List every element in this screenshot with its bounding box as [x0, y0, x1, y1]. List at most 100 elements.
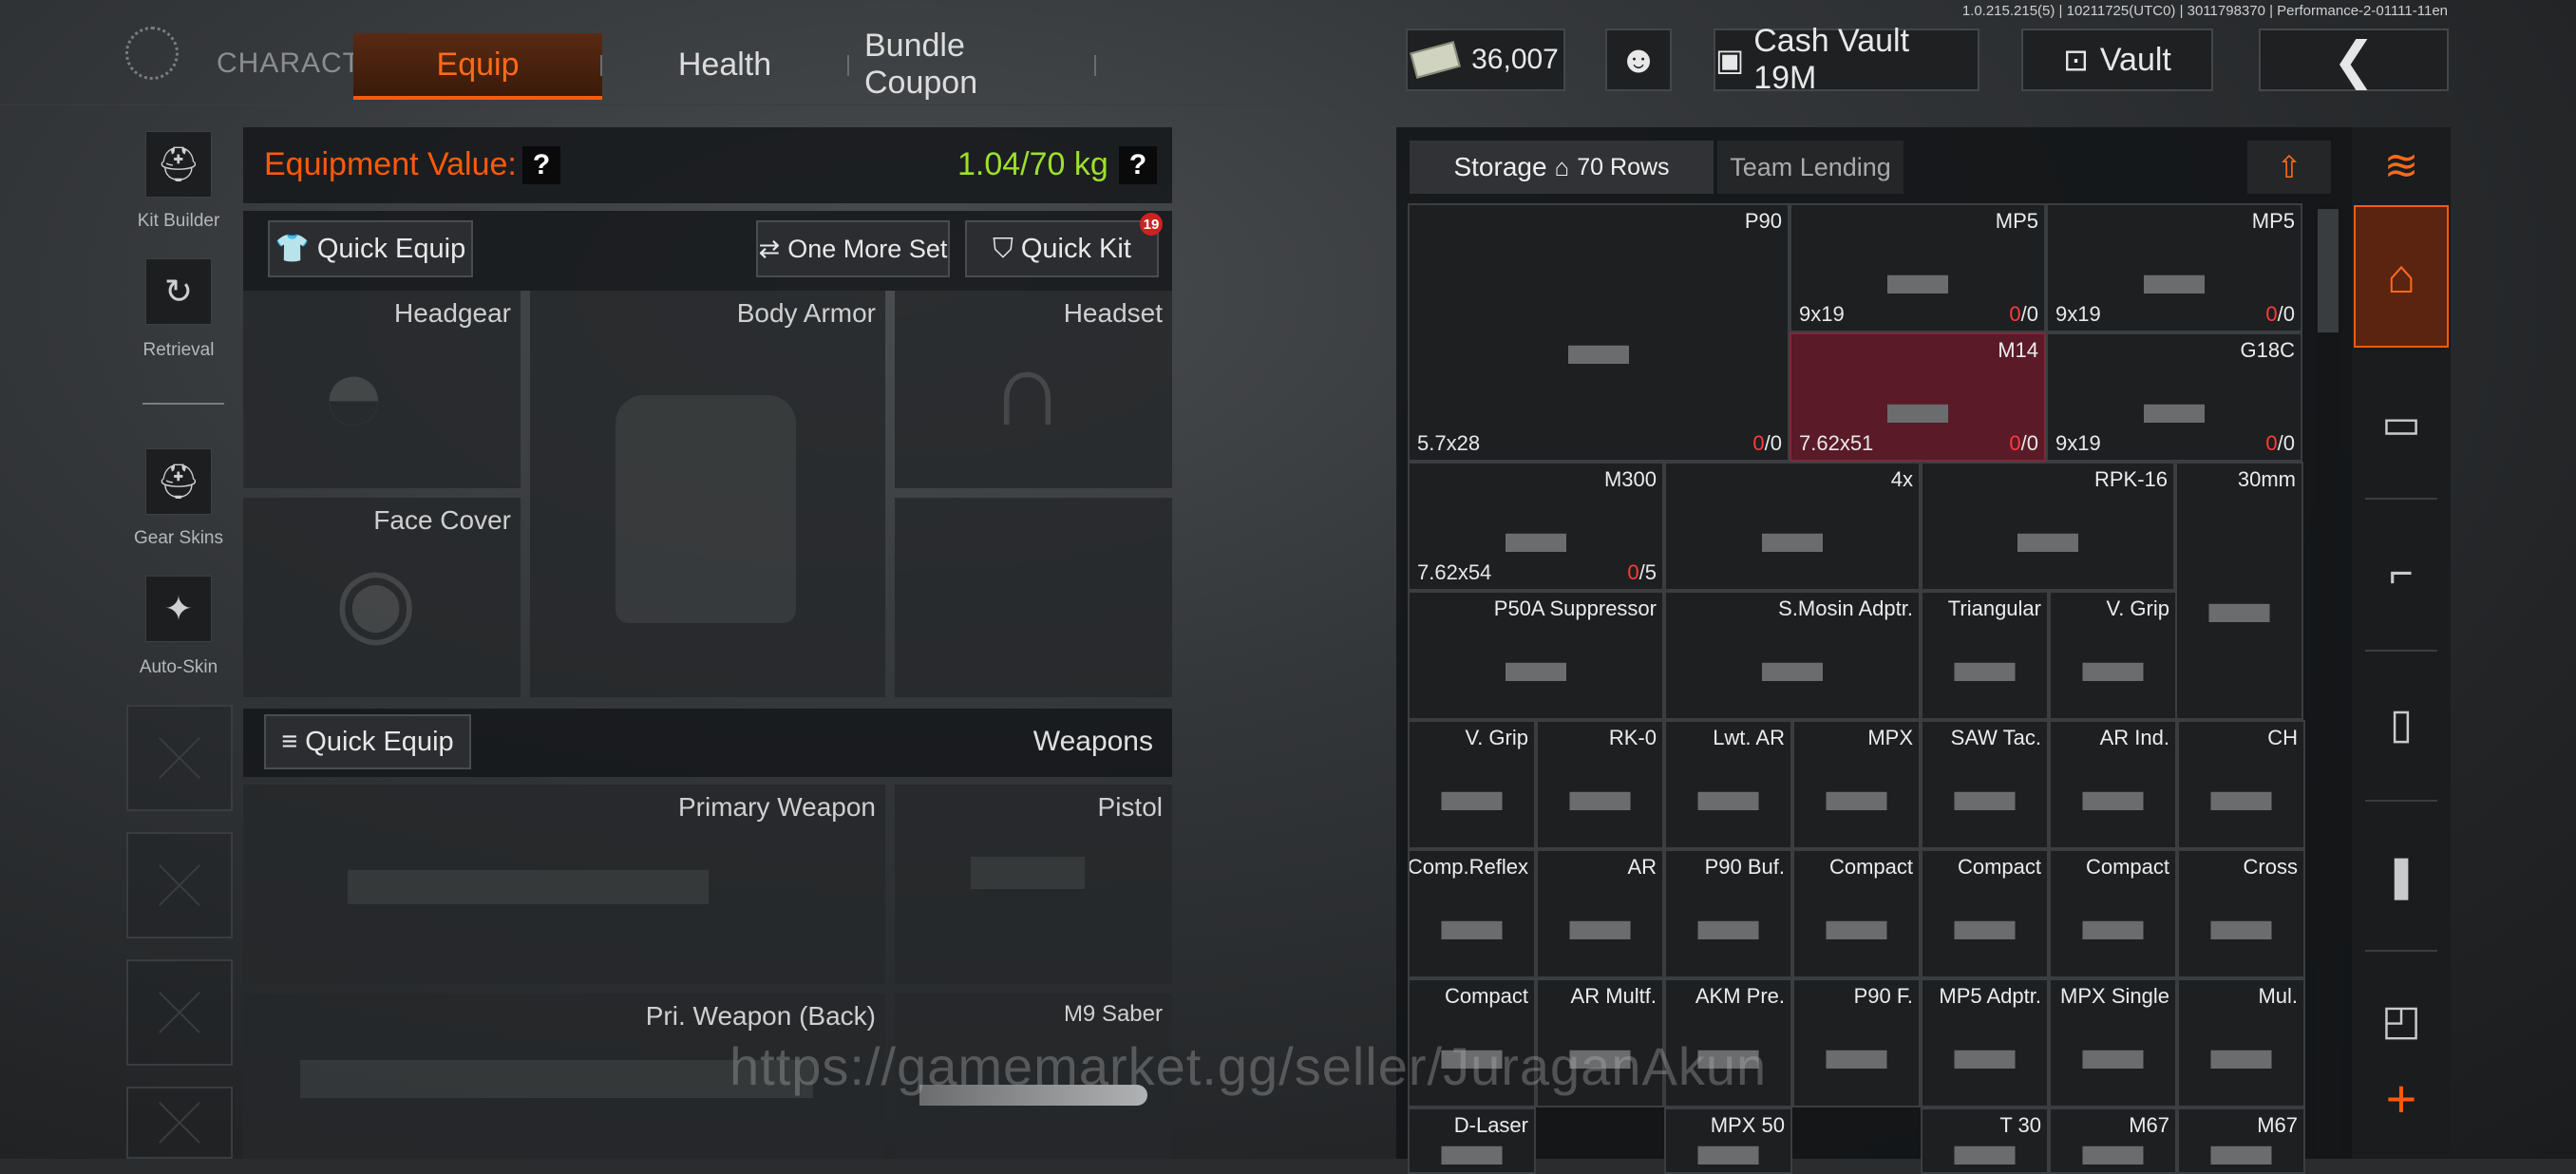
- storage-item[interactable]: ▬ 4x: [1664, 462, 1921, 591]
- storage-scrollbar[interactable]: [2314, 203, 2342, 1159]
- pistol-slot[interactable]: Pistol: [895, 785, 1172, 984]
- item-icon: ▬: [2017, 497, 2078, 566]
- auto-skin-button[interactable]: ✦: [145, 576, 212, 642]
- weight-help-icon[interactable]: ?: [1119, 146, 1157, 184]
- storage-item[interactable]: ▬ MP5 9x19 0/0: [1790, 203, 2046, 332]
- face-cover-slot[interactable]: Face Cover ◉: [243, 498, 521, 697]
- storage-item[interactable]: ▬ Compact: [1792, 849, 1921, 978]
- operator-button[interactable]: ☻: [1605, 28, 1672, 91]
- quick-kit-badge: 19: [1140, 213, 1163, 236]
- item-icon: ▬: [1697, 884, 1759, 954]
- storage-item-name: Compact: [1444, 984, 1528, 1008]
- storage-item[interactable]: ▬ Cross: [2177, 849, 2305, 978]
- back-button[interactable]: ❮: [2259, 28, 2449, 91]
- quick-kit-button[interactable]: ⛉ Quick Kit: [965, 220, 1159, 277]
- quick-equip-gear-button[interactable]: 👕 Quick Equip: [268, 220, 473, 277]
- category-home-button[interactable]: ⌂: [2354, 205, 2449, 348]
- cash-vault-button[interactable]: ▣ Cash Vault 19M: [1714, 23, 1979, 96]
- storage-item[interactable]: ▬ Compact: [1921, 849, 2049, 978]
- storage-item[interactable]: ▬ MP5 Adptr.: [1921, 978, 2049, 1108]
- scrollbar-thumb[interactable]: [2318, 209, 2339, 332]
- category-weapons-button[interactable]: ⌐: [2354, 526, 2449, 621]
- tab-bundle-coupon-label: Bundle Coupon: [864, 28, 978, 101]
- rail-divider: [2365, 800, 2437, 802]
- cash-vault-icon: ▣: [1715, 43, 1745, 77]
- category-armor-button[interactable]: ▭: [2354, 376, 2449, 471]
- storage-item-name: AKM Pre.: [1695, 984, 1785, 1008]
- storage-item-name: Cross: [2243, 855, 2298, 879]
- tab-equip[interactable]: Equip: [353, 33, 602, 100]
- headgear-slot[interactable]: Headgear ◓: [243, 291, 521, 488]
- storage-item[interactable]: ▬ V. Grip: [2049, 591, 2177, 720]
- storage-item-name: Compact: [2085, 855, 2169, 879]
- team-lending-tab[interactable]: Team Lending: [1717, 141, 1904, 194]
- storage-item[interactable]: ▬ Mul.: [2177, 978, 2305, 1108]
- item-icon: ▬: [1569, 755, 1631, 824]
- helmet-icon: ◓: [319, 331, 388, 458]
- cash-vault-label: Cash Vault 19M: [1753, 23, 1910, 96]
- tab-health[interactable]: Health: [636, 33, 813, 96]
- storage-item[interactable]: ▬ M300 7.62x54 0/5: [1408, 462, 1664, 591]
- body-armor-slot[interactable]: Body Armor: [530, 291, 885, 697]
- storage-item[interactable]: ▬ RPK-16: [1921, 462, 2175, 591]
- tab-divider: [1094, 55, 1096, 76]
- sort-button[interactable]: ⇧: [2247, 141, 2331, 194]
- storage-item[interactable]: ▬ 30mm: [2175, 462, 2303, 720]
- headset-slot[interactable]: Headset ∩: [895, 291, 1172, 488]
- storage-item[interactable]: ▬ AR Ind.: [2049, 720, 2177, 849]
- gear-skins-button[interactable]: ⛑: [145, 448, 212, 515]
- quick-equip-weapons-button[interactable]: ≡ Quick Equip: [264, 714, 471, 769]
- storage-item[interactable]: ▬ P90 Buf.: [1664, 849, 1792, 978]
- storage-item-count: 0/0: [2009, 302, 2038, 327]
- currency-display[interactable]: 36,007: [1406, 28, 1565, 91]
- empty-slot[interactable]: [126, 1087, 233, 1159]
- storage-item[interactable]: ▬ MPX 50: [1664, 1108, 1792, 1174]
- storage-item[interactable]: ▬ MP5 9x19 0/0: [2046, 203, 2302, 332]
- storage-item[interactable]: ▬ T 30: [1921, 1108, 2049, 1174]
- primary-weapon-slot[interactable]: Primary Weapon: [243, 785, 885, 984]
- category-magazines-button[interactable]: ▯: [2354, 676, 2449, 771]
- storage-tab[interactable]: Storage ⌂ 70 Rows: [1410, 141, 1714, 194]
- kit-builder-button[interactable]: ⛑: [145, 131, 212, 198]
- storage-item[interactable]: ▬ Triangular: [1921, 591, 2049, 720]
- empty-slot[interactable]: [126, 705, 233, 811]
- storage-item[interactable]: ▬ P90 F.: [1792, 978, 1921, 1108]
- storage-item[interactable]: ▬ G18C 9x19 0/0: [2046, 332, 2302, 462]
- storage-item[interactable]: ▬ RK-0: [1536, 720, 1664, 849]
- add-category-button[interactable]: +: [2354, 1051, 2449, 1146]
- equipment-value-help-icon[interactable]: ?: [522, 146, 560, 184]
- category-ammo-button[interactable]: ❚: [2354, 828, 2449, 923]
- storage-item[interactable]: ▬ M67: [2177, 1108, 2305, 1174]
- storage-item[interactable]: ▬ M67: [2049, 1108, 2177, 1174]
- storage-item[interactable]: ▬ M14 7.62x51 0/0: [1790, 332, 2046, 462]
- category-all-button[interactable]: ≋: [2354, 118, 2449, 213]
- empty-slot[interactable]: [126, 959, 233, 1066]
- item-icon: ▬: [2082, 755, 2144, 824]
- tab-bundle-coupon[interactable]: Bundle Coupon: [864, 28, 1083, 101]
- storage-item[interactable]: ▬ SAW Tac.: [1921, 720, 2049, 849]
- storage-item[interactable]: ▬ MPX Single: [2049, 978, 2177, 1108]
- item-icon: ▬: [2210, 755, 2272, 824]
- empty-slot[interactable]: [126, 832, 233, 938]
- item-icon: ▬: [1441, 755, 1503, 824]
- quick-equip-weapons-label: Quick Equip: [305, 726, 454, 757]
- storage-item-name: M67: [2129, 1113, 2169, 1137]
- storage-item[interactable]: ▬ V. Grip: [1408, 720, 1536, 849]
- storage-item[interactable]: ▬ Comp.Reflex: [1408, 849, 1536, 978]
- storage-item-name: M67: [2257, 1113, 2298, 1137]
- one-more-set-button[interactable]: ⇄ One More Set: [756, 220, 950, 277]
- storage-item[interactable]: ▬ D-Laser: [1408, 1108, 1536, 1174]
- storage-item[interactable]: ▬ AR: [1536, 849, 1664, 978]
- storage-item[interactable]: ▬ P90 5.7x28 0/0: [1408, 203, 1790, 462]
- storage-item[interactable]: ▬ P50A Suppressor: [1408, 591, 1664, 720]
- storage-item[interactable]: ▬ S.Mosin Adptr.: [1664, 591, 1921, 720]
- storage-item[interactable]: ▬ Lwt. AR: [1664, 720, 1792, 849]
- headset-slot-label: Headset: [1063, 298, 1163, 328]
- storage-item-name: M300: [1603, 467, 1657, 491]
- retrieval-button[interactable]: ↻: [145, 258, 212, 325]
- storage-item[interactable]: ▬ CH: [2177, 720, 2305, 849]
- storage-item-name: P90: [1744, 209, 1782, 233]
- storage-item[interactable]: ▬ Compact: [2049, 849, 2177, 978]
- vault-button[interactable]: ⊡ Vault: [2021, 28, 2213, 91]
- storage-item[interactable]: ▬ MPX: [1792, 720, 1921, 849]
